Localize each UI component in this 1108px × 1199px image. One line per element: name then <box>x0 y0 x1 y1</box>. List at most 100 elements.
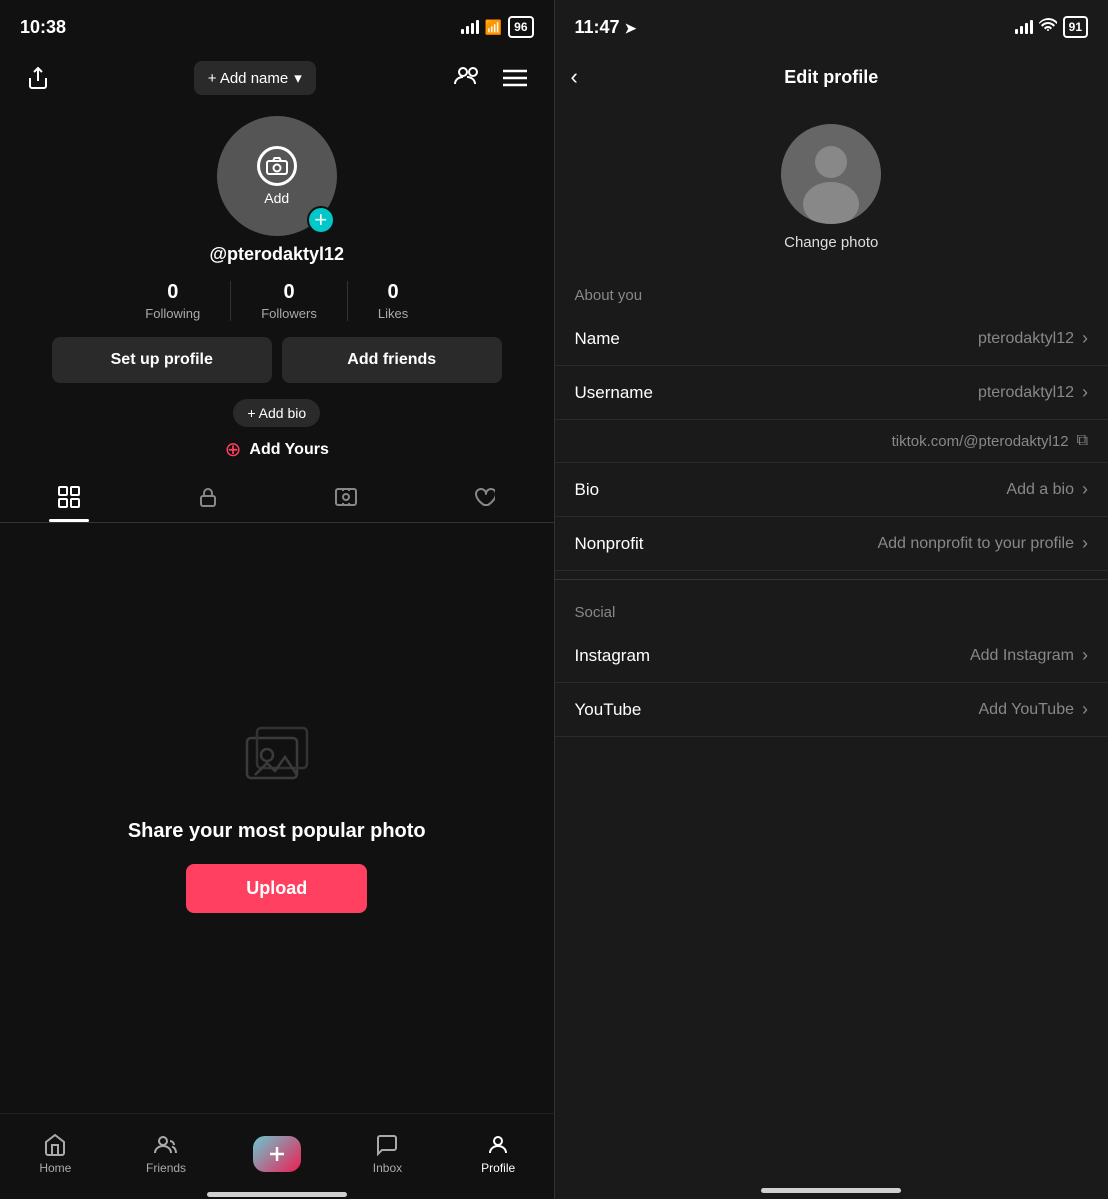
nav-profile-label: Profile <box>481 1161 515 1175</box>
instagram-chevron-icon: › <box>1082 645 1088 666</box>
right-panel: 11:47 ➤ 91 ‹ Edit profile <box>555 0 1108 1199</box>
signal-icon <box>461 20 479 34</box>
camera-icon <box>257 146 297 186</box>
add-name-button[interactable]: + Add name ▾ <box>194 61 316 95</box>
username-value: pterodaktyl12 › <box>978 382 1088 403</box>
home-bar-left <box>207 1192 347 1197</box>
nav-home[interactable]: Home <box>0 1114 111 1193</box>
tiktok-url-row: tiktok.com/@pterodaktyl12 ⧉ <box>555 420 1108 463</box>
username-label: Username <box>575 383 653 403</box>
home-indicator-right <box>555 1169 1108 1199</box>
name-label: Name <box>575 329 620 349</box>
plus-badge[interactable]: + <box>307 206 335 234</box>
home-indicator-left <box>0 1193 554 1199</box>
nav-inbox-label: Inbox <box>373 1161 402 1175</box>
youtube-chevron-icon: › <box>1082 699 1088 720</box>
share-photo-title: Share your most popular photo <box>128 818 426 844</box>
signal-icon-right <box>1015 20 1033 34</box>
avatar-add-label: Add <box>264 190 289 206</box>
status-icons-left: 📶 96 <box>461 16 534 38</box>
likes-label: Likes <box>378 306 408 321</box>
social-header: Social <box>555 588 1108 629</box>
change-photo-text[interactable]: Change photo <box>784 234 878 251</box>
edit-avatar-circle[interactable] <box>781 124 881 224</box>
nav-create[interactable] <box>221 1114 332 1193</box>
instagram-row[interactable]: Instagram Add Instagram › <box>555 629 1108 683</box>
set-up-profile-button[interactable]: Set up profile <box>52 337 272 383</box>
wifi-icon-right <box>1039 18 1057 37</box>
bio-label: Bio <box>575 480 600 500</box>
name-chevron-icon: › <box>1082 328 1088 349</box>
following-stat[interactable]: 0 Following <box>115 281 231 321</box>
left-panel: 10:38 📶 96 + Add name ▾ <box>0 0 554 1199</box>
username-chevron-icon: › <box>1082 382 1088 403</box>
nav-profile[interactable]: Profile <box>443 1114 554 1193</box>
bio-value: Add a bio › <box>1006 479 1088 500</box>
create-button[interactable] <box>253 1136 301 1172</box>
nav-inbox[interactable]: Inbox <box>332 1114 443 1193</box>
nav-center-group: + Add name ▾ <box>194 61 316 95</box>
menu-icon[interactable] <box>497 60 533 96</box>
nav-friends[interactable]: Friends <box>111 1114 222 1193</box>
edit-profile-title: Edit profile <box>784 67 878 88</box>
tiktok-url-text: tiktok.com/@pterodaktyl12 <box>892 433 1069 450</box>
copy-icon[interactable]: ⧉ <box>1077 432 1088 450</box>
name-value: pterodaktyl12 › <box>978 328 1088 349</box>
add-yours-icon: ⊕ <box>225 437 242 462</box>
youtube-row[interactable]: YouTube Add YouTube › <box>555 683 1108 737</box>
content-tabs <box>0 472 554 523</box>
upload-button[interactable]: Upload <box>186 864 367 913</box>
likes-stat[interactable]: 0 Likes <box>348 281 438 321</box>
instagram-value: Add Instagram › <box>970 645 1088 666</box>
followers-label: Followers <box>261 306 317 321</box>
nav-home-label: Home <box>39 1161 71 1175</box>
youtube-label: YouTube <box>575 700 642 720</box>
following-count: 0 <box>167 281 178 304</box>
name-row[interactable]: Name pterodaktyl12 › <box>555 312 1108 366</box>
action-buttons: Set up profile Add friends <box>20 337 534 383</box>
add-yours-label: Add Yours <box>249 441 328 459</box>
nonprofit-chevron-icon: › <box>1082 533 1088 554</box>
wifi-icon: 📶 <box>485 19 502 36</box>
following-label: Following <box>145 306 200 321</box>
connections-icon[interactable] <box>453 64 481 93</box>
likes-count: 0 <box>387 281 398 304</box>
tab-grid[interactable] <box>0 472 138 522</box>
followers-stat[interactable]: 0 Followers <box>231 281 348 321</box>
avatar-wrapper[interactable]: Add + <box>217 116 337 236</box>
nav-friends-label: Friends <box>146 1161 186 1175</box>
share-icon[interactable] <box>20 60 56 96</box>
add-friends-button[interactable]: Add friends <box>282 337 502 383</box>
add-bio-button[interactable]: + Add bio <box>233 399 320 427</box>
battery-right: 91 <box>1063 16 1088 38</box>
about-you-header: About you <box>555 271 1108 312</box>
form-section: About you Name pterodaktyl12 › Username … <box>555 271 1108 1169</box>
section-divider <box>555 579 1108 580</box>
add-yours-row[interactable]: ⊕ Add Yours <box>225 437 329 462</box>
photo-placeholder-icon <box>237 723 317 798</box>
profile-section: Add + @pterodaktyl12 0 Following 0 Follo… <box>0 106 554 472</box>
instagram-label: Instagram <box>575 646 651 666</box>
empty-content: Share your most popular photo Upload <box>0 523 554 1113</box>
bio-chevron-icon: › <box>1082 479 1088 500</box>
nonprofit-row[interactable]: Nonprofit Add nonprofit to your profile … <box>555 517 1108 571</box>
top-right-icons <box>453 60 533 96</box>
edit-avatar-section: Change photo <box>555 104 1108 271</box>
home-bar-right <box>761 1188 901 1193</box>
tab-tagged[interactable] <box>277 472 415 522</box>
bottom-nav-left: Home Friends Inbox <box>0 1113 554 1193</box>
username-row[interactable]: Username pterodaktyl12 › <box>555 366 1108 420</box>
username: @pterodaktyl12 <box>209 244 344 265</box>
tab-liked[interactable] <box>415 472 553 522</box>
status-icons-right: 91 <box>1015 16 1088 38</box>
status-bar-right: 11:47 ➤ 91 <box>555 0 1108 50</box>
youtube-value: Add YouTube › <box>979 699 1089 720</box>
time-left: 10:38 <box>20 17 66 38</box>
bio-row[interactable]: Bio Add a bio › <box>555 463 1108 517</box>
tab-private[interactable] <box>138 472 276 522</box>
stats-row: 0 Following 0 Followers 0 Likes <box>20 281 534 321</box>
nonprofit-value: Add nonprofit to your profile › <box>877 533 1088 554</box>
followers-count: 0 <box>283 281 294 304</box>
battery-left: 96 <box>508 16 533 38</box>
back-button[interactable]: ‹ <box>571 64 578 90</box>
